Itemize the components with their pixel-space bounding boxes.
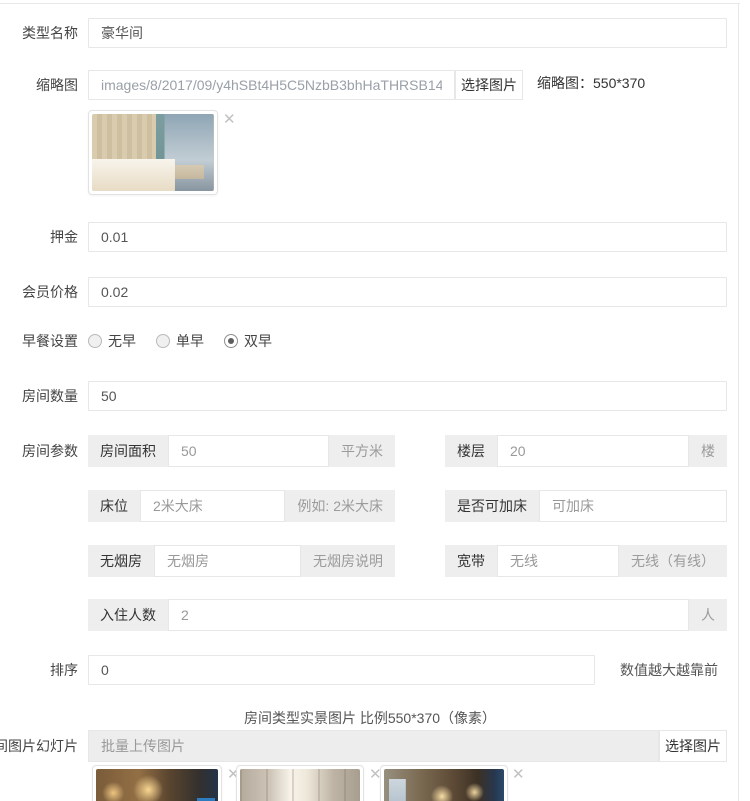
broadband-group: 宽带 无线（有线） — [445, 545, 727, 577]
gallery-photo-1 — [96, 769, 218, 801]
thumbnail-remove-icon[interactable]: ✕ — [223, 112, 236, 127]
member-price-input[interactable] — [88, 277, 727, 307]
gallery-thumb-3 — [380, 765, 508, 801]
row-breakfast: 早餐设置 无早 单早 双早 — [0, 331, 738, 351]
occupancy-group: 入住人数 人 — [88, 599, 727, 631]
thumbnail-size-hint: 缩略图：550*370 — [537, 70, 645, 96]
member-price-label: 会员价格 — [0, 277, 78, 307]
radio-no-breakfast[interactable]: 无早 — [88, 331, 136, 351]
occupancy-input[interactable] — [168, 599, 689, 631]
row-room-count: 房间数量 — [0, 381, 738, 411]
radio-single-breakfast[interactable]: 单早 — [156, 331, 204, 351]
row-sort: 排序 数值越大越靠前 — [0, 655, 738, 685]
floor-label: 楼层 — [445, 435, 497, 467]
no-smoking-input[interactable] — [154, 545, 301, 577]
broadband-note: 无线（有线） — [619, 545, 727, 577]
gallery-photo-2 — [240, 769, 360, 801]
row-gallery-upload: 房间图片幻灯片 批量上传图片 选择图片 — [0, 730, 738, 762]
deposit-label: 押金 — [0, 222, 78, 252]
radio-double-breakfast[interactable]: 双早 — [224, 331, 272, 351]
thumbnail-path-input[interactable] — [88, 70, 455, 100]
bed-example: 例如: 2米大床 — [285, 490, 395, 522]
area-label: 房间面积 — [88, 435, 168, 467]
gallery-choose-image-button[interactable]: 选择图片 — [659, 730, 727, 762]
extra-bed-label: 是否可加床 — [445, 490, 539, 522]
occupancy-label: 入住人数 — [88, 599, 168, 631]
right-divider — [738, 3, 739, 801]
gallery-label: 房间图片幻灯片 — [0, 730, 78, 762]
extra-bed-input[interactable] — [539, 490, 727, 522]
sort-hint: 数值越大越靠前 — [620, 655, 718, 685]
area-unit: 平方米 — [329, 435, 395, 467]
batch-upload-field[interactable]: 批量上传图片 — [88, 730, 659, 762]
thumbnail-label: 缩略图 — [0, 70, 78, 100]
area-input[interactable] — [168, 435, 329, 467]
broadband-input[interactable] — [497, 545, 619, 577]
row-deposit: 押金 — [0, 222, 738, 252]
gallery-thumb-1 — [92, 765, 222, 801]
top-divider — [0, 3, 740, 4]
deposit-input[interactable] — [88, 222, 727, 252]
room-type-form: 类型名称 缩略图 选择图片 缩略图：550*370 ✕ 押金 会员价格 早餐设置… — [0, 0, 750, 801]
row-room-params-3: 无烟房 无烟房说明 宽带 无线（有线） — [0, 545, 738, 577]
bed-input[interactable] — [140, 490, 285, 522]
thumbnail-photo — [92, 114, 214, 191]
radio-icon — [88, 334, 102, 348]
gallery-thumb-3-remove-icon[interactable]: ✕ — [512, 767, 525, 782]
room-params-label: 房间参数 — [0, 435, 78, 467]
row-room-params-1: 房间参数 房间面积 平方米 楼层 楼 — [0, 435, 738, 467]
row-room-params-2: 床位 例如: 2米大床 是否可加床 — [0, 490, 738, 522]
area-group: 房间面积 平方米 — [88, 435, 395, 467]
gallery-section-title: 房间类型实景图片 比例550*370（像素） — [0, 708, 740, 728]
occupancy-unit: 人 — [689, 599, 727, 631]
row-thumbnail: 缩略图 选择图片 缩略图：550*370 — [0, 70, 738, 100]
sort-input[interactable] — [88, 655, 595, 685]
room-count-input[interactable] — [88, 381, 727, 411]
breakfast-radio-group: 无早 单早 双早 — [88, 331, 272, 351]
floor-input[interactable] — [497, 435, 689, 467]
radio-icon — [156, 334, 170, 348]
no-smoking-group: 无烟房 无烟房说明 — [88, 545, 395, 577]
bed-group: 床位 例如: 2米大床 — [88, 490, 395, 522]
radio-checked-icon — [224, 334, 238, 348]
row-room-params-4: 入住人数 人 — [0, 599, 738, 631]
row-member-price: 会员价格 — [0, 277, 738, 307]
floor-group: 楼层 楼 — [445, 435, 727, 467]
extra-bed-group: 是否可加床 — [445, 490, 727, 522]
type-name-input[interactable] — [88, 18, 727, 48]
gallery-photo-3 — [384, 769, 504, 801]
floor-unit: 楼 — [689, 435, 727, 467]
thumbnail-choose-image-button[interactable]: 选择图片 — [455, 70, 523, 100]
sort-label: 排序 — [0, 655, 78, 685]
gallery-thumb-2 — [236, 765, 364, 801]
no-smoking-note: 无烟房说明 — [301, 545, 395, 577]
room-count-label: 房间数量 — [0, 381, 78, 411]
no-smoking-label: 无烟房 — [88, 545, 154, 577]
broadband-label: 宽带 — [445, 545, 497, 577]
breakfast-label: 早餐设置 — [0, 331, 78, 351]
type-name-label: 类型名称 — [0, 18, 78, 48]
bed-label: 床位 — [88, 490, 140, 522]
thumbnail-preview — [88, 110, 218, 195]
row-type-name: 类型名称 — [0, 18, 738, 48]
